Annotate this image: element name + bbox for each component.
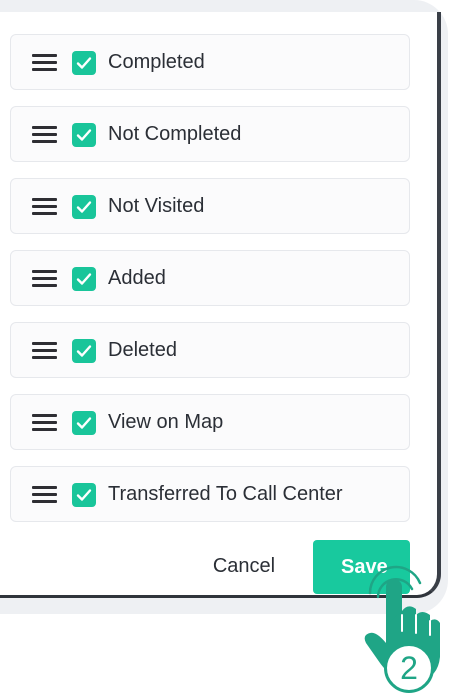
checkbox[interactable] — [72, 267, 96, 291]
drag-handle-icon[interactable] — [32, 198, 57, 216]
checkbox[interactable] — [72, 411, 96, 435]
check-icon — [76, 345, 92, 357]
row-label: Added — [108, 267, 166, 289]
check-icon — [76, 273, 92, 285]
drag-handle-icon[interactable] — [32, 270, 57, 288]
list-item[interactable]: Transferred To Call Center — [10, 466, 410, 522]
check-icon — [76, 201, 92, 213]
row-label: Not Visited — [108, 195, 205, 217]
checkbox[interactable] — [72, 483, 96, 507]
step-number-badge: 2 — [384, 643, 434, 693]
check-icon — [76, 417, 92, 429]
checkbox[interactable] — [72, 195, 96, 219]
checkbox[interactable] — [72, 51, 96, 75]
check-icon — [76, 489, 92, 501]
list-item[interactable]: Deleted — [10, 322, 410, 378]
drag-handle-icon[interactable] — [32, 54, 57, 72]
checkbox[interactable] — [72, 339, 96, 363]
list-item[interactable]: Completed — [10, 34, 410, 90]
row-label: Deleted — [108, 339, 177, 361]
drag-handle-icon[interactable] — [32, 342, 57, 360]
list-item[interactable]: Added — [10, 250, 410, 306]
stage: Completed Not Completed Not Visited Adde… — [0, 0, 470, 698]
drag-handle-icon[interactable] — [32, 414, 57, 432]
list-item[interactable]: View on Map — [10, 394, 410, 450]
row-label: Completed — [108, 51, 205, 73]
check-icon — [76, 129, 92, 141]
row-label: Transferred To Call Center — [108, 483, 343, 505]
checkbox[interactable] — [72, 123, 96, 147]
cancel-button[interactable]: Cancel — [200, 544, 288, 588]
list-item[interactable]: Not Completed — [10, 106, 410, 162]
check-icon — [76, 57, 92, 69]
row-label: Not Completed — [108, 123, 242, 145]
list-item[interactable]: Not Visited — [10, 178, 410, 234]
drag-handle-icon[interactable] — [32, 486, 57, 504]
drag-handle-icon[interactable] — [32, 126, 57, 144]
row-label: View on Map — [108, 411, 224, 433]
